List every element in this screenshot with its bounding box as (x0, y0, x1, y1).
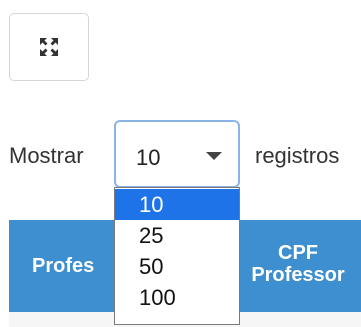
chevron-down-icon (206, 152, 222, 160)
option-50[interactable]: 50 (115, 251, 239, 282)
expand-arrows-icon (40, 38, 58, 56)
option-25[interactable]: 25 (115, 220, 239, 251)
fullscreen-button[interactable] (9, 13, 89, 81)
column-header-cpf-professor[interactable]: CPF Professor (235, 242, 361, 286)
records-per-page-options: 10 25 50 100 (114, 187, 240, 325)
option-100[interactable]: 100 (115, 282, 239, 313)
column-header-professor[interactable]: Profes (32, 255, 94, 277)
records-per-page-control: Mostrar 10 registros (9, 120, 361, 188)
selected-value: 10 (136, 145, 161, 170)
option-10[interactable]: 10 (115, 189, 239, 220)
records-per-page-select[interactable]: 10 (114, 120, 240, 188)
column-header-cpf-line1: CPF (278, 242, 318, 264)
records-label: registros (255, 143, 340, 168)
column-header-professor-label: Profes (32, 255, 95, 277)
show-label: Mostrar (9, 143, 84, 168)
column-header-cpf-line2: Professor (251, 264, 345, 286)
